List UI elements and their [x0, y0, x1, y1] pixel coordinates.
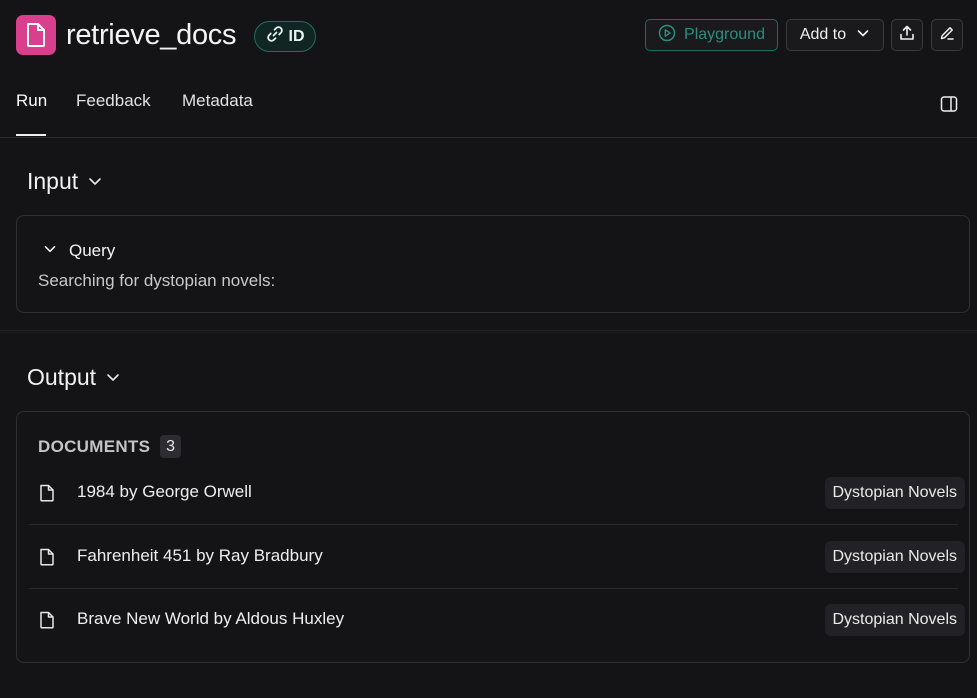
output-card: DOCUMENTS 3 1984 by George Orwell Dystop… — [16, 411, 970, 663]
output-section-toggle[interactable]: Output — [27, 364, 121, 391]
documents-count-badge: 3 — [160, 435, 182, 458]
play-circle-icon — [658, 24, 676, 47]
file-icon — [39, 484, 55, 502]
playground-button[interactable]: Playground — [645, 19, 778, 51]
document-tag: Dystopian Novels — [824, 604, 965, 636]
run-detail-page: retrieve_docs ID Playground Add to Run F… — [0, 0, 977, 698]
document-run-icon — [16, 15, 56, 55]
active-tab-indicator — [16, 134, 46, 136]
playground-label: Playground — [684, 26, 765, 43]
file-icon — [39, 611, 55, 629]
document-tag: Dystopian Novels — [824, 541, 965, 573]
section-divider — [0, 330, 977, 334]
output-section-title: Output — [27, 364, 97, 390]
link-icon — [266, 25, 284, 48]
query-label: Query — [69, 241, 116, 260]
tab-metadata[interactable]: Metadata — [182, 91, 253, 111]
chevron-down-icon — [87, 168, 103, 195]
document-title: Brave New World by Aldous Huxley — [77, 609, 345, 628]
add-to-button[interactable]: Add to — [786, 19, 884, 51]
upload-icon — [898, 24, 916, 47]
share-button[interactable] — [891, 19, 923, 51]
chevron-down-icon — [105, 364, 121, 391]
document-row[interactable]: Fahrenheit 451 by Ray Bradbury Dystopian… — [29, 526, 965, 589]
run-header: retrieve_docs ID Playground Add to — [0, 0, 977, 70]
chevron-down-icon — [43, 241, 57, 261]
document-title: 1984 by George Orwell — [77, 482, 252, 501]
input-section-title: Input — [27, 168, 79, 194]
input-section-toggle[interactable]: Input — [27, 168, 103, 195]
run-tabs: Run Feedback Metadata — [0, 70, 977, 138]
id-badge-label: ID — [288, 27, 305, 45]
tab-feedback[interactable]: Feedback — [76, 91, 151, 111]
query-toggle[interactable]: Query — [43, 241, 115, 261]
pencil-icon — [939, 25, 955, 46]
chevron-down-icon — [856, 26, 870, 45]
side-panel-toggle-icon[interactable] — [940, 95, 958, 113]
input-card: Query Searching for dystopian novels: — [16, 215, 970, 313]
file-icon — [39, 548, 55, 566]
document-title: Fahrenheit 451 by Ray Bradbury — [77, 546, 323, 565]
documents-label: DOCUMENTS — [38, 436, 151, 456]
tab-run[interactable]: Run — [16, 91, 47, 111]
run-title: retrieve_docs — [66, 19, 237, 51]
document-row[interactable]: Brave New World by Aldous Huxley Dystopi… — [29, 589, 965, 652]
documents-header: DOCUMENTS 3 — [38, 435, 182, 458]
copy-id-button[interactable]: ID — [254, 21, 316, 52]
document-row[interactable]: 1984 by George Orwell Dystopian Novels — [29, 462, 965, 525]
query-value: Searching for dystopian novels: — [38, 271, 276, 290]
edit-button[interactable] — [931, 19, 963, 51]
add-to-label: Add to — [799, 26, 847, 43]
document-tag: Dystopian Novels — [824, 477, 965, 509]
